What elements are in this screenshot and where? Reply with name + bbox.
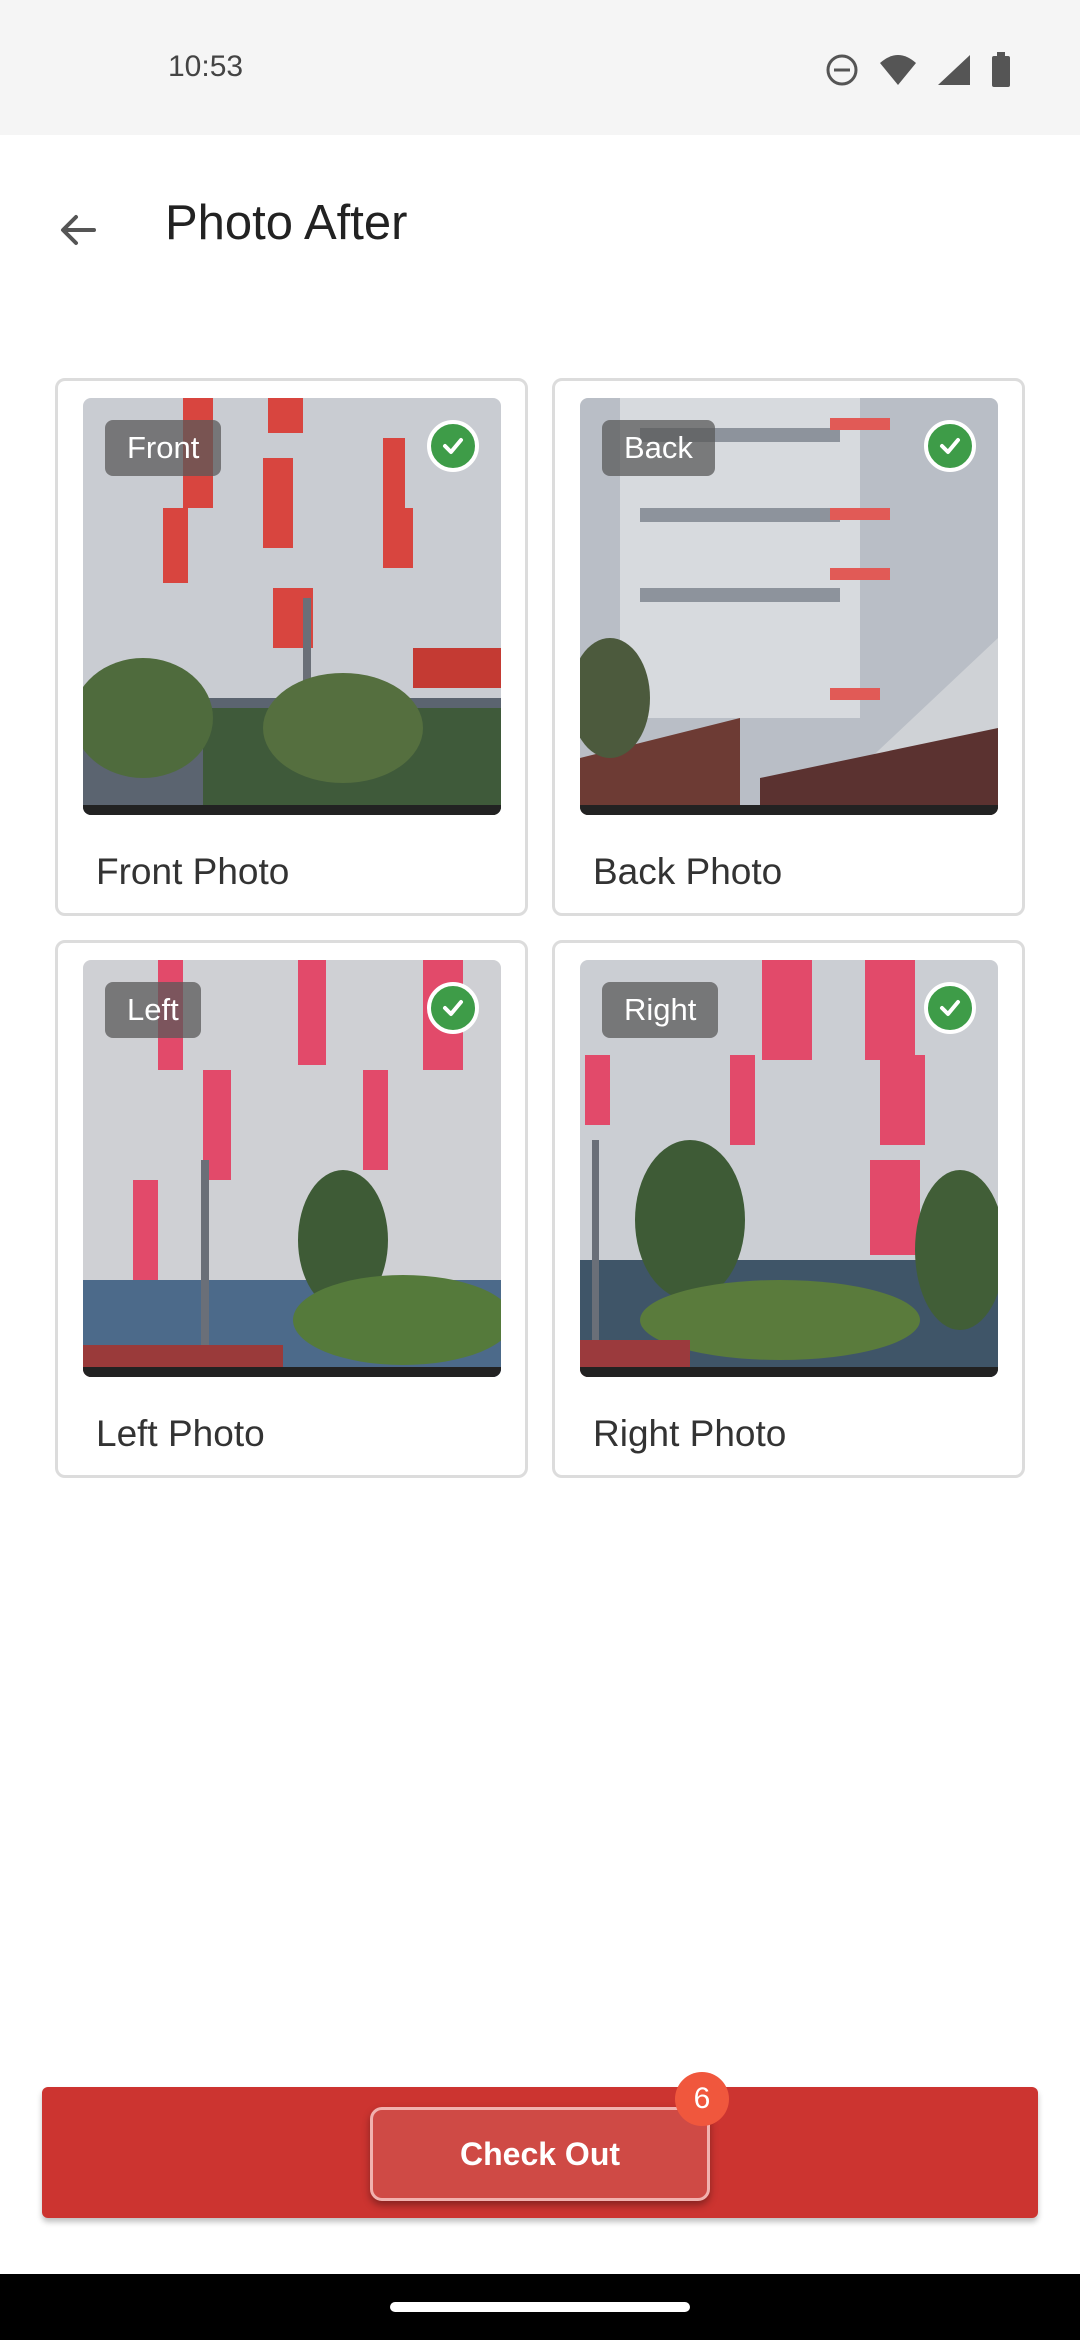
checkout-button[interactable]: Check Out — [370, 2107, 710, 2201]
app-bar: Photo After — [0, 135, 1080, 315]
right-photo-image[interactable]: Right — [580, 960, 998, 1377]
arrow-left-icon — [54, 206, 102, 259]
check-circle-icon — [924, 420, 976, 472]
photo-tag-front: Front — [105, 420, 222, 476]
notification-badge: 6 — [675, 2072, 729, 2126]
check-circle-icon — [427, 982, 479, 1034]
back-button[interactable] — [36, 190, 120, 274]
photo-label-left: Left Photo — [96, 1413, 265, 1454]
signal-icon — [936, 53, 972, 92]
front-photo-image[interactable]: Front — [83, 398, 501, 815]
check-circle-icon — [924, 982, 976, 1034]
back-photo-image[interactable]: Back — [580, 398, 998, 815]
photo-tag-right: Right — [602, 982, 719, 1038]
battery-icon — [990, 52, 1012, 93]
status-icons — [824, 52, 1012, 93]
status-bar: 10:53 — [0, 0, 1080, 135]
home-indicator[interactable] — [390, 2302, 690, 2312]
photo-card-left[interactable]: Left Left Photo — [55, 940, 528, 1478]
photo-tag-left: Left — [105, 982, 201, 1038]
page-title: Photo After — [165, 196, 408, 250]
do-not-disturb-icon — [824, 52, 860, 93]
photo-label-right: Right Photo — [593, 1413, 787, 1454]
photo-label-front: Front Photo — [96, 851, 290, 892]
photo-label-back: Back Photo — [593, 851, 783, 892]
photo-card-back[interactable]: Back Back Photo — [552, 378, 1025, 916]
photo-card-right[interactable]: Right Right Photo — [552, 940, 1025, 1478]
photo-grid: Front Front Photo Back Back Photo Left L… — [55, 378, 1025, 1478]
wifi-icon — [878, 53, 918, 92]
photo-card-front[interactable]: Front Front Photo — [55, 378, 528, 916]
status-time: 10:53 — [168, 50, 244, 83]
photo-tag-back: Back — [602, 420, 715, 476]
check-circle-icon — [427, 420, 479, 472]
left-photo-image[interactable]: Left — [83, 960, 501, 1377]
